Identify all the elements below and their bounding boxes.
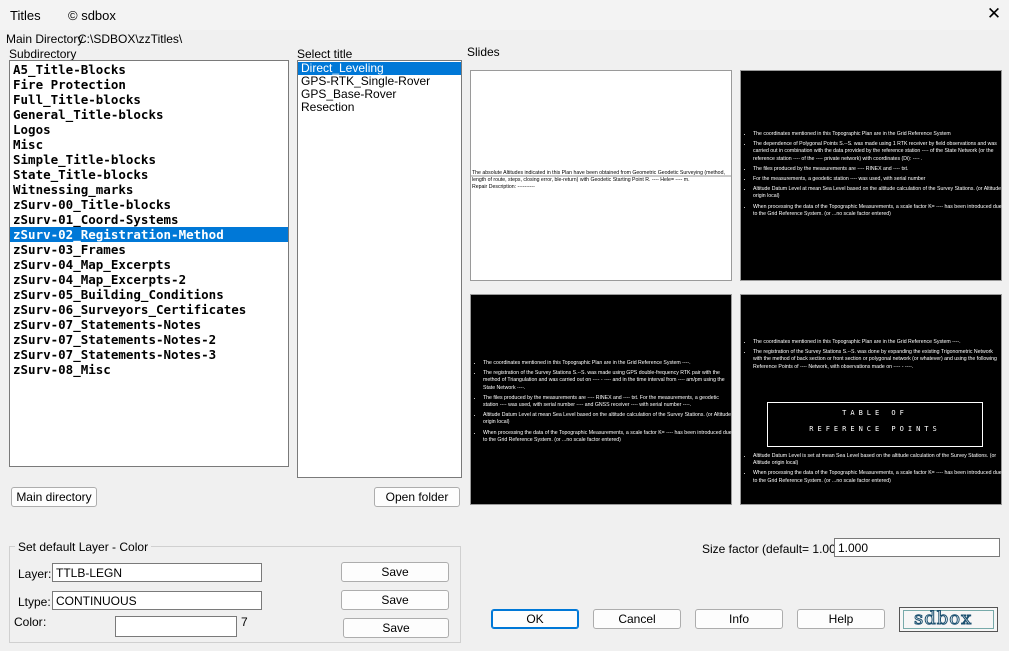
layer-save-button[interactable]: Save	[341, 562, 449, 582]
subdirectory-item[interactable]: State_Title-blocks	[10, 167, 288, 182]
slide-1-repair-text: Repair Description: ----------	[472, 184, 535, 190]
size-factor-input[interactable]	[834, 538, 1000, 557]
slide-1[interactable]: The absolute Altitudes indicated in this…	[470, 70, 732, 281]
slide-note: When processing the data of the Topograp…	[483, 430, 733, 444]
color-label: Color	[14, 615, 43, 629]
subdirectory-item[interactable]: zSurv-00_Title-blocks	[10, 197, 288, 212]
slide-note: The files produced by the measurements a…	[483, 395, 733, 409]
slide-note: When processing the data of the Topograp…	[753, 204, 1003, 218]
slide-note: Altitude Datum Level is set at mean Sea …	[753, 453, 1003, 467]
ltype-label: Ltype:	[18, 595, 51, 609]
slide-note: The coordinates mentioned in this Topogr…	[753, 339, 1003, 346]
main-directory-path: C:\SDBOX\zzTitles\	[78, 32, 183, 46]
slide-4-notes-bottom: Altitude Datum Level is set at mean Sea …	[741, 453, 1003, 488]
subdirectory-item[interactable]: Witnessing_marks	[10, 182, 288, 197]
subdirectory-label: Subdirectory	[9, 47, 77, 61]
info-button[interactable]: Info	[695, 609, 783, 629]
subdirectory-item[interactable]: Simple_Title-blocks	[10, 152, 288, 167]
select-title-label: Select title	[297, 47, 353, 61]
slide-note: The registration of the Survey Stations …	[483, 370, 733, 392]
color-swatch[interactable]	[115, 616, 237, 637]
select-title-list[interactable]: Direct_Leveling GPS-RTK_Single-Rover GPS_B…	[297, 60, 462, 478]
slide-4[interactable]: The coordinates mentioned in this Topogr…	[740, 294, 1002, 505]
open-folder-button[interactable]: Open folder	[374, 487, 460, 507]
close-icon[interactable]: ✕	[985, 5, 1003, 23]
subdirectory-item[interactable]: zSurv-04_Map_Excerpts	[10, 257, 288, 272]
layer-label: Layer:	[18, 567, 52, 581]
color-save-button[interactable]: Save	[343, 618, 449, 638]
subdirectory-item[interactable]: Misc	[10, 137, 288, 152]
subdirectory-item[interactable]: zSurv-07_Statements-Notes-3	[10, 347, 288, 362]
slide-1-text: The absolute Altitudes indicated in this…	[472, 170, 725, 183]
subdirectory-item[interactable]: zSurv-05_Building_Conditions	[10, 287, 288, 302]
title-item[interactable]: Resection	[298, 101, 461, 114]
slide-note: The dependence of Polygonal Points S.--S…	[753, 141, 1003, 163]
subdirectory-item[interactable]: zSurv-06_Surveyors_Certificates	[10, 302, 288, 317]
subdirectory-item[interactable]: Fire Protection	[10, 77, 288, 92]
slide-3-notes: The coordinates mentioned in this Topogr…	[471, 360, 733, 447]
table-title-line-1: TABLE OF	[842, 409, 908, 417]
slide-note: The coordinates mentioned in this Topogr…	[753, 131, 1003, 138]
main-directory-label: Main Directory	[6, 32, 84, 46]
slide-note: For the measurements, a geodetic station…	[753, 176, 1003, 183]
reference-points-table: TABLE OF REFERENCE POINTS	[767, 402, 983, 447]
ok-button[interactable]: OK	[491, 609, 579, 629]
window-brand: © sdbox	[68, 8, 116, 23]
subdirectory-item[interactable]: zSurv-03_Frames	[10, 242, 288, 257]
subdirectory-item[interactable]: zSurv-02_Registration-Method	[10, 227, 288, 242]
subdirectory-item[interactable]: Full_Title-blocks	[10, 92, 288, 107]
slide-2-notes: The coordinates mentioned in this Topogr…	[741, 131, 1003, 221]
slide-note: The files produced by the measurements a…	[753, 166, 1003, 173]
title-bar: Titles © sdbox ✕	[0, 0, 1009, 30]
subdirectory-item[interactable]: A5_Title-Blocks	[10, 62, 288, 77]
subdirectory-item[interactable]: zSurv-07_Statements-Notes-2	[10, 332, 288, 347]
subdirectory-item[interactable]: zSurv-08_Misc	[10, 362, 288, 377]
color-label-colon: :	[43, 615, 47, 629]
logo-text: sdbox	[913, 608, 973, 630]
window-title: Titles	[10, 8, 41, 23]
subdirectory-item[interactable]: General_Title-blocks	[10, 107, 288, 122]
subdirectory-item[interactable]: Logos	[10, 122, 288, 137]
size-factor-label: Size factor (default= 1.00):	[702, 542, 844, 556]
cancel-button[interactable]: Cancel	[593, 609, 681, 629]
subdirectory-list[interactable]: A5_Title-Blocks Fire Protection Full_Title…	[9, 60, 289, 467]
slide-note: Altitude Datum Level at mean Sea Level b…	[483, 412, 733, 426]
main-directory-button[interactable]: Main directory	[11, 487, 97, 507]
layer-input[interactable]	[52, 563, 262, 582]
sdbox-logo: sdbox	[899, 607, 998, 632]
slides-label: Slides	[467, 45, 500, 59]
ltype-save-button[interactable]: Save	[341, 590, 449, 610]
slide-note: When processing the data of the Topograp…	[753, 470, 1003, 484]
slide-2[interactable]: The coordinates mentioned in this Topogr…	[740, 70, 1002, 281]
layer-color-group-label: Set default Layer - Color	[15, 540, 152, 554]
slide-note: Altitude Datum Level at mean Sea Level b…	[753, 186, 1003, 200]
slide-4-notes: The coordinates mentioned in this Topogr…	[741, 339, 1003, 374]
table-title-line-2: REFERENCE POINTS	[809, 425, 941, 433]
subdirectory-item[interactable]: zSurv-04_Map_Excerpts-2	[10, 272, 288, 287]
color-index: 7	[241, 615, 248, 629]
subdirectory-item[interactable]: zSurv-07_Statements-Notes	[10, 317, 288, 332]
help-button[interactable]: Help	[797, 609, 885, 629]
slide-note: The registration of the Survey Stations …	[753, 349, 1003, 371]
ltype-input[interactable]	[52, 591, 262, 610]
slide-note: The coordinates mentioned in this Topogr…	[483, 360, 733, 367]
slide-1-canvas: The absolute Altitudes indicated in this…	[471, 170, 731, 190]
slide-3[interactable]: The coordinates mentioned in this Topogr…	[470, 294, 732, 505]
subdirectory-item[interactable]: zSurv-01_Coord-Systems	[10, 212, 288, 227]
